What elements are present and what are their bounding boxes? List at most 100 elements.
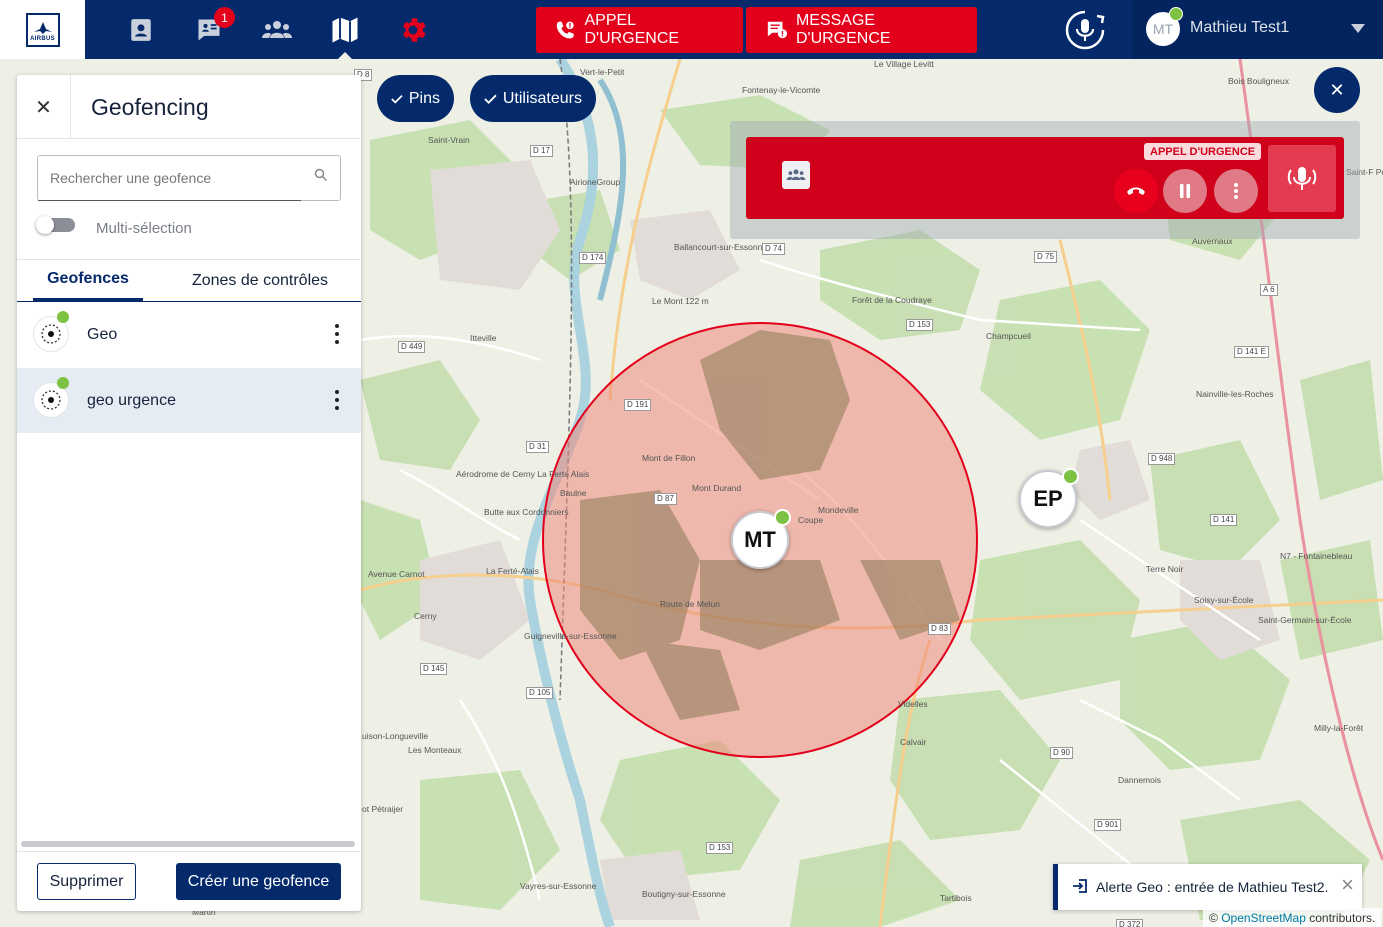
close-icon: ✕ — [1329, 79, 1345, 100]
broadcast-microphone-icon — [1287, 166, 1317, 190]
map-label: uison-Longueville — [362, 731, 429, 741]
enter-zone-icon — [1073, 879, 1087, 893]
map-label: Fontenay-le-Vicomte — [742, 85, 821, 95]
nav-messages[interactable]: 1 — [189, 7, 235, 50]
hold-button[interactable] — [1163, 169, 1207, 213]
geofencing-panel: ✕ Geofencing Multi-sélection Geofences Z… — [17, 75, 361, 911]
gear-icon — [403, 18, 426, 42]
map-label: Baulne — [560, 488, 587, 498]
emergency-call-label: APPEL D'URGENCE — [584, 12, 680, 47]
map-label: ot Pétraijer — [362, 804, 404, 814]
road-tag: D 83 — [928, 623, 951, 635]
user-marker-mt[interactable]: MT — [731, 509, 791, 569]
road-tag: D 31 — [526, 441, 549, 453]
call-status-badge: APPEL D'URGENCE — [1144, 143, 1262, 160]
geofence-search[interactable] — [37, 155, 341, 201]
call-microphone-button[interactable] — [1268, 145, 1336, 212]
multiselect-toggle[interactable] — [36, 216, 75, 234]
emergency-phone-icon — [556, 21, 574, 39]
nav-contacts[interactable] — [121, 10, 161, 50]
hang-up-button[interactable] — [1114, 169, 1158, 213]
tab-control-zones[interactable]: Zones de contrôles — [177, 260, 343, 301]
map-label: Tartibois — [940, 893, 972, 903]
geofence-target-icon — [41, 390, 61, 410]
road-tag: A 6 — [1260, 284, 1278, 296]
create-geofence-button[interactable]: Créer une geofence — [176, 863, 341, 900]
map-label: Le Village Levitt — [874, 59, 934, 69]
road-tag: D 74 — [762, 243, 785, 255]
emergency-call-button[interactable]: APPEL D'URGENCE — [536, 7, 743, 53]
nav-groups[interactable] — [257, 10, 297, 50]
geofence-target-icon — [41, 324, 61, 344]
hang-up-icon — [1127, 187, 1145, 195]
road-tag: D 141 E — [1234, 346, 1269, 358]
delete-button[interactable]: Supprimer — [37, 863, 136, 900]
logo-text: AIRBUS — [30, 35, 55, 42]
road-tag: D 17 — [530, 145, 553, 157]
user-name: Mathieu Test1 — [1190, 19, 1290, 36]
geofence-list-item[interactable]: geo urgence — [17, 368, 361, 433]
nav-map[interactable] — [325, 10, 365, 50]
emergency-message-label: MESSAGE D'URGENCE — [795, 12, 891, 47]
users-filter-label: Utilisateurs — [502, 89, 582, 107]
marker-initials: MT — [744, 527, 776, 552]
horizontal-scrollbar[interactable] — [21, 841, 355, 847]
map-label: Soisy-sur-École — [1194, 595, 1254, 605]
road-tag: D 449 — [398, 341, 426, 353]
attribution-link[interactable]: OpenStreetMap — [1221, 911, 1306, 925]
check-icon — [391, 94, 403, 104]
map-label: Guigneville-sur-Essonne — [524, 631, 617, 641]
road-tag: D 372 — [1116, 919, 1144, 927]
close-icon[interactable]: × — [1341, 874, 1354, 896]
user-menu[interactable]: MT Mathieu Test1 — [1132, 0, 1383, 59]
map-label: Coupe — [798, 515, 824, 525]
push-to-talk-button[interactable] — [1064, 9, 1106, 51]
toggle-knob — [36, 216, 54, 234]
close-icon: ✕ — [35, 96, 52, 119]
map-label: Le Mont 122 m — [652, 296, 709, 306]
pins-filter-chip[interactable]: Pins — [377, 75, 454, 122]
geo-alert-toast: Alerte Geo : entrée de Mathieu Test2. × — [1053, 864, 1362, 910]
geofence-name: Geo — [87, 326, 118, 343]
road-tag: D 90 — [1050, 747, 1073, 759]
emergency-message-button[interactable]: MESSAGE D'URGENCE — [746, 7, 977, 53]
tab-geofences[interactable]: Geofences — [33, 260, 143, 301]
geofence-list-item[interactable]: Geo — [17, 302, 361, 367]
map-label: Butte aux Cordonniers — [484, 507, 569, 517]
call-more-options-button[interactable] — [1214, 169, 1258, 213]
search-icon[interactable] — [314, 168, 328, 182]
map-label: AirioneGroup — [570, 177, 621, 187]
airbus-logo-icon — [33, 21, 52, 34]
map-label: Videlles — [898, 699, 928, 709]
close-panel-button[interactable]: ✕ — [17, 75, 71, 139]
contact-book-icon — [131, 19, 151, 41]
search-input[interactable] — [38, 156, 300, 200]
avatar: MT — [1146, 7, 1183, 46]
map-label: Dannemois — [1118, 775, 1161, 785]
road-tag: D 75 — [1034, 251, 1057, 263]
more-vertical-icon[interactable] — [329, 388, 345, 412]
group-call-icon[interactable] — [782, 161, 810, 189]
map-label: Les Monteaux — [408, 745, 462, 755]
chevron-down-icon[interactable] — [1351, 24, 1365, 33]
map-attribution: © OpenStreetMap contributors. — [1203, 908, 1382, 927]
user-marker-ep[interactable]: EP — [1019, 468, 1079, 528]
toast-message: Alerte Geo : entrée de Mathieu Test2. — [1096, 879, 1329, 895]
map-label: Saint-Vrain — [428, 135, 470, 145]
map-label: Boutigny-sur-Essonne — [642, 889, 726, 899]
geofence-name: geo urgence — [87, 392, 176, 409]
close-call-panel-button[interactable]: ✕ — [1314, 67, 1360, 113]
online-status-dot — [1169, 7, 1183, 21]
map-label: N7 - Fontainebleau — [1280, 551, 1353, 561]
map-label: Mont Durand — [692, 483, 742, 493]
map-label: La Ferté-Alais — [486, 566, 539, 576]
messages-badge: 1 — [214, 7, 235, 28]
road-tag: D 153 — [706, 842, 734, 854]
divider — [17, 851, 361, 852]
emergency-message-icon — [767, 21, 788, 39]
panel-header: ✕ Geofencing — [17, 75, 361, 139]
search-underline — [38, 200, 301, 201]
users-filter-chip[interactable]: Utilisateurs — [470, 75, 596, 122]
more-vertical-icon[interactable] — [329, 322, 345, 346]
nav-settings[interactable] — [393, 10, 433, 50]
